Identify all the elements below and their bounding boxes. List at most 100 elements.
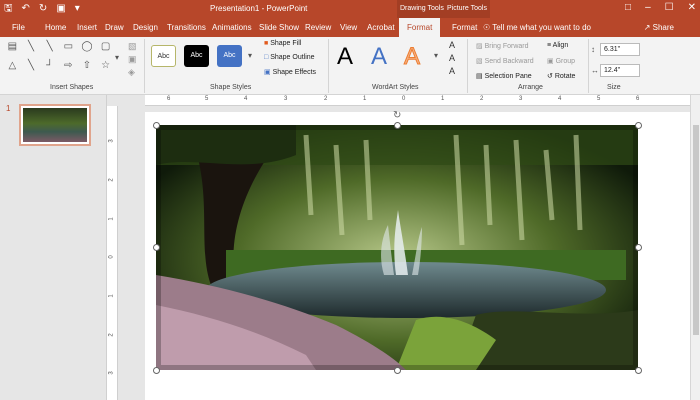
- share-icon: ↗: [643, 23, 653, 32]
- maximize-icon[interactable]: ☐: [665, 2, 674, 13]
- resize-handle-br[interactable]: [635, 367, 642, 374]
- scrollbar-thumb[interactable]: [693, 125, 699, 335]
- group-button[interactable]: ▣ Group: [547, 57, 575, 65]
- ruler-tick: 2: [108, 333, 115, 337]
- send-backward-button[interactable]: ▧ Send Backward: [476, 57, 534, 65]
- ruler-tick: 2: [108, 178, 115, 182]
- shape-effects-button[interactable]: ▣ Shape Effects: [264, 68, 316, 76]
- share-label: Share: [652, 23, 674, 32]
- resize-handle-bl[interactable]: [153, 367, 160, 374]
- separator: [144, 39, 145, 93]
- tab-transitions[interactable]: Transitions: [167, 18, 206, 37]
- lightbulb-icon: ☉: [483, 23, 493, 32]
- resize-handle-tr[interactable]: [635, 122, 642, 129]
- vertical-ruler: 3 2 1 0 1 2 3: [107, 106, 118, 400]
- window-title: Presentation1 - PowerPoint: [210, 4, 308, 13]
- edit-shape-icons[interactable]: ▧ ▣ ◈: [128, 40, 137, 79]
- vertical-scrollbar[interactable]: [690, 95, 700, 400]
- fountain-photo[interactable]: [156, 125, 638, 370]
- align-button[interactable]: ≡ Align: [547, 42, 568, 49]
- separator: [328, 39, 329, 93]
- slide-thumbnail[interactable]: [19, 104, 91, 146]
- styles-more-icon[interactable]: ▾: [248, 51, 252, 60]
- star-shape-icon[interactable]: ☆: [97, 59, 114, 76]
- rotate-handle-icon[interactable]: ↻: [393, 110, 401, 121]
- customize-qat-icon[interactable]: ▾: [75, 2, 80, 16]
- redo-icon[interactable]: ↻: [39, 2, 47, 16]
- line-shape-icon[interactable]: ╲: [23, 40, 40, 57]
- window-controls: □ – ☐ ✕: [625, 2, 696, 13]
- group-label-insert-shapes: Insert Shapes: [50, 84, 94, 91]
- width-input[interactable]: 12.4": [600, 64, 640, 77]
- wordart-black[interactable]: A: [337, 43, 353, 71]
- present-icon[interactable]: ▣: [56, 2, 65, 16]
- rect-shape-icon[interactable]: ▭: [60, 40, 77, 57]
- group-label-shape-styles: Shape Styles: [210, 84, 252, 91]
- bring-forward-icon: ▨: [476, 43, 485, 50]
- roundrect-shape-icon[interactable]: ▢: [97, 40, 114, 57]
- shape-fill-button[interactable]: ■ Shape Fill: [264, 40, 301, 47]
- resize-handle-l[interactable]: [153, 244, 160, 251]
- bring-forward-button[interactable]: ▨ Bring Forward: [476, 42, 529, 50]
- close-icon[interactable]: ✕: [688, 2, 696, 13]
- save-icon[interactable]: 🖫: [4, 2, 13, 16]
- line2-shape-icon[interactable]: ╲: [41, 40, 58, 57]
- ruler-tick: 1: [108, 294, 115, 298]
- ruler-tick: 6: [167, 96, 171, 102]
- arrowup-shape-icon[interactable]: ⇧: [79, 59, 96, 76]
- selection-pane-button[interactable]: ▤ Selection Pane: [476, 72, 532, 80]
- tell-me-text: Tell me what you want to do: [492, 23, 591, 32]
- tab-review[interactable]: Review: [305, 18, 331, 37]
- send-backward-icon: ▧: [476, 58, 485, 65]
- ribbon-display-icon[interactable]: □: [625, 2, 631, 13]
- group-label-wordart: WordArt Styles: [372, 84, 419, 91]
- style-abc-blue[interactable]: Abc: [217, 45, 242, 67]
- wordart-blue[interactable]: A: [371, 43, 387, 71]
- corner-shape-icon[interactable]: ┘: [41, 59, 58, 76]
- style-abc-white[interactable]: Abc: [151, 45, 176, 67]
- tab-format-picture[interactable]: Format: [452, 18, 477, 37]
- style-abc-black[interactable]: Abc: [184, 45, 209, 67]
- tell-me-search[interactable]: ☉ Tell me what you want to do: [483, 18, 591, 37]
- horizontal-ruler: 6 5 4 3 2 1 0 1 2 3 4 5 6: [145, 95, 690, 106]
- ruler-tick: 2: [324, 96, 328, 102]
- wordart-orange[interactable]: A: [403, 43, 420, 71]
- shape-outline-button[interactable]: □ Shape Outline: [264, 54, 315, 61]
- tab-view[interactable]: View: [340, 18, 357, 37]
- text-fill-icons[interactable]: AAA: [449, 39, 455, 78]
- tab-insert[interactable]: Insert: [77, 18, 97, 37]
- resize-handle-b[interactable]: [394, 367, 401, 374]
- tab-home[interactable]: Home: [45, 18, 66, 37]
- tab-acrobat[interactable]: Acrobat: [367, 18, 395, 37]
- triangle-shape-icon[interactable]: △: [4, 59, 21, 76]
- ruler-tick: 5: [597, 96, 601, 102]
- rotate-icon: ↺: [547, 73, 555, 80]
- arrow-shape-icon[interactable]: ⇨: [60, 59, 77, 76]
- height-input[interactable]: 6.31": [600, 43, 640, 56]
- rotate-button[interactable]: ↺ Rotate: [547, 72, 575, 80]
- wordart-more-icon[interactable]: ▾: [434, 51, 438, 60]
- ruler-tick: 1: [108, 217, 115, 221]
- tab-animations[interactable]: Animations: [212, 18, 252, 37]
- thumbnail-image: [23, 108, 87, 142]
- shapes-gallery[interactable]: ▤ ╲ ╲ ▭ ◯ ▢ △ ╲ ┘ ⇨ ⇧ ☆: [4, 40, 114, 76]
- resize-handle-t[interactable]: [394, 122, 401, 129]
- minimize-icon[interactable]: –: [645, 2, 651, 13]
- shapes-more-icon[interactable]: ▾: [115, 53, 119, 62]
- resize-handle-r[interactable]: [635, 244, 642, 251]
- tab-draw[interactable]: Draw: [105, 18, 124, 37]
- resize-handle-tl[interactable]: [153, 122, 160, 129]
- tab-slide-show[interactable]: Slide Show: [259, 18, 299, 37]
- tab-design[interactable]: Design: [133, 18, 158, 37]
- ruler-tick: 3: [519, 96, 523, 102]
- height-icon: ↕: [591, 45, 595, 54]
- ruler-tick: 3: [284, 96, 288, 102]
- ribbon: ▤ ╲ ╲ ▭ ◯ ▢ △ ╲ ┘ ⇨ ⇧ ☆ ▾ ▧ ▣ ◈ Insert Sha…: [0, 37, 700, 95]
- undo-icon[interactable]: ↶: [22, 2, 30, 16]
- share-button[interactable]: ↗ Share: [644, 18, 674, 37]
- tab-format-drawing[interactable]: Format: [399, 18, 441, 37]
- oval-shape-icon[interactable]: ◯: [79, 40, 96, 57]
- tab-file[interactable]: File: [12, 18, 25, 37]
- textbox-shape-icon[interactable]: ▤: [4, 40, 21, 57]
- line3-shape-icon[interactable]: ╲: [23, 59, 40, 76]
